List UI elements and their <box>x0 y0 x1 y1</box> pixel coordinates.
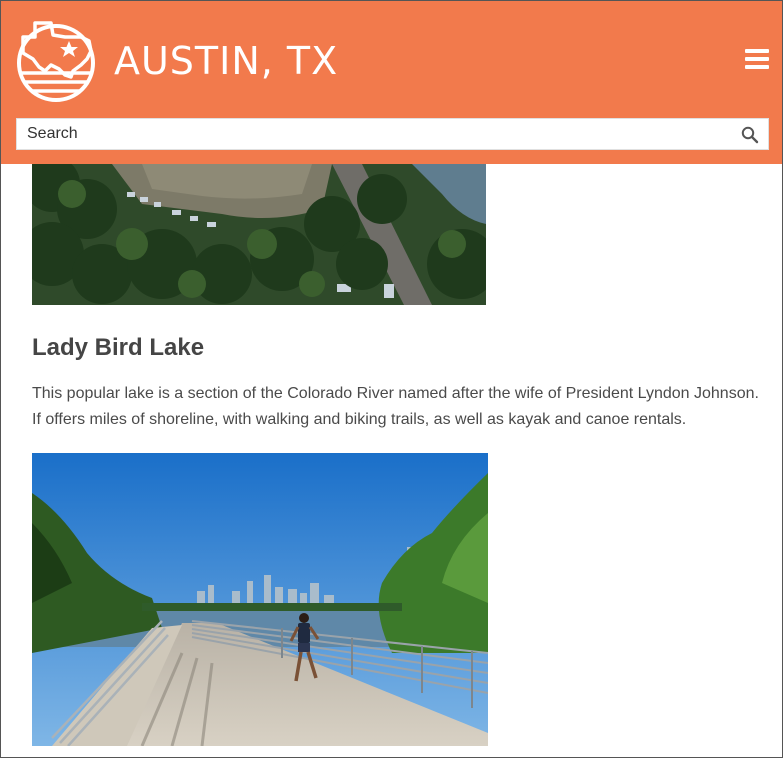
search-bar <box>16 118 769 150</box>
hamburger-menu-icon[interactable] <box>745 49 769 71</box>
search-icon[interactable] <box>741 126 759 144</box>
page-frame: AUSTIN, TX Search Lady Bird Lake This po… <box>0 0 783 758</box>
search-input[interactable] <box>17 119 737 149</box>
texas-logo-icon[interactable] <box>15 15 97 105</box>
section-description: This popular lake is a section of the Co… <box>32 385 759 428</box>
lake-boardwalk-photo <box>32 453 488 746</box>
site-title: AUSTIN, TX <box>114 39 339 83</box>
site-header: AUSTIN, TX <box>1 1 782 164</box>
festival-aerial-photo <box>32 164 486 305</box>
section-title: Lady Bird Lake <box>32 334 205 361</box>
